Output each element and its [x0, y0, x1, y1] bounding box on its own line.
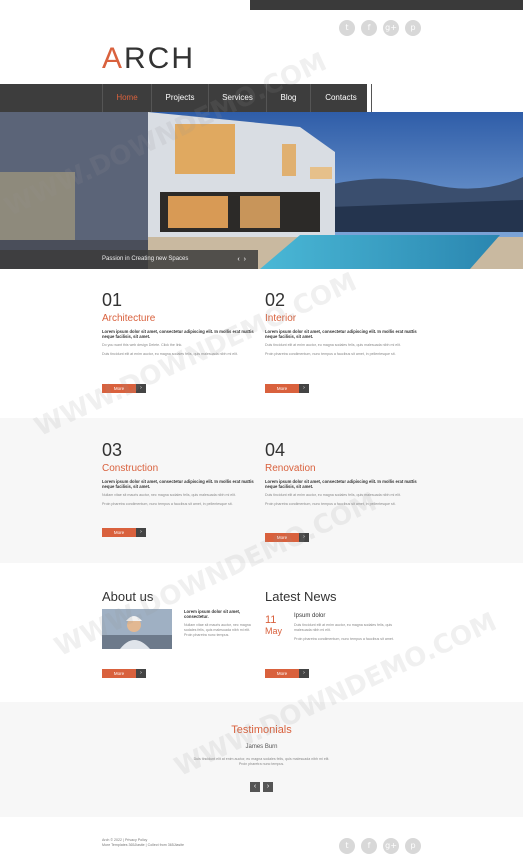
social-links-header: t f g+ p — [339, 20, 421, 36]
more-button[interactable]: More › — [102, 528, 146, 537]
service-card-construction: 03 Construction Lorem ipsum dolor sit am… — [102, 440, 257, 507]
news-month: May — [265, 626, 283, 636]
more-button[interactable]: More › — [102, 669, 146, 678]
hero-caption: Passion in Creating new Spaces — [102, 256, 189, 262]
pinterest-icon[interactable]: p — [405, 20, 421, 36]
logo-first-letter: A — [102, 42, 125, 75]
chevron-right-icon: › — [136, 669, 146, 678]
service-title[interactable]: Renovation — [265, 463, 420, 474]
twitter-icon[interactable]: t — [339, 838, 355, 854]
about-text-block: Lorem ipsum dolor sit amet, consectetur.… — [184, 609, 256, 638]
chevron-right-icon: › — [136, 528, 146, 537]
footer-credits: More Templates 365Jiasite | Collect from… — [102, 843, 184, 847]
about-lead: Lorem ipsum dolor sit amet, consectetur. — [184, 609, 241, 619]
top-bar — [250, 0, 523, 10]
chevron-right-icon: › — [299, 669, 309, 678]
service-text: Proin pharetra condimentum, nunc tempus … — [265, 352, 396, 356]
more-label: More — [265, 384, 299, 393]
service-text: Proin pharetra condimentum, nunc tempus … — [102, 502, 233, 506]
facebook-icon[interactable]: f — [361, 20, 377, 36]
more-label: More — [102, 528, 136, 537]
service-text: Duis tincidunt elit at enim auctor, eu m… — [265, 343, 401, 347]
social-links-footer: t f g+ p — [339, 838, 421, 854]
service-lead: Lorem ipsum dolor sit amet, consectetur … — [102, 479, 254, 489]
logo-rest: RCH — [124, 42, 196, 75]
more-label: More — [265, 669, 299, 678]
news-title[interactable]: Ipsum dolor — [294, 613, 409, 619]
news-text: Duis tincidunt elit at enim auctor, eu m… — [294, 623, 393, 632]
main-nav: Home Projects Services Blog Contacts — [0, 84, 372, 112]
service-card-renovation: 04 Renovation Lorem ipsum dolor sit amet… — [265, 440, 420, 507]
logo[interactable]: ARCH — [102, 42, 195, 76]
footer-text: Arch © 2022 | Privacy Policy More Templa… — [102, 838, 252, 848]
more-button[interactable]: More › — [265, 669, 309, 678]
service-lead: Lorem ipsum dolor sit amet, consectetur … — [265, 329, 417, 339]
news-text: Proin pharetra condimentum, nunc tempus … — [294, 637, 394, 641]
testimonial-next-icon[interactable]: › — [263, 782, 273, 792]
service-lead: Lorem ipsum dolor sit amet, consectetur … — [265, 479, 417, 489]
more-button[interactable]: More › — [265, 384, 309, 393]
news-date: 11 May — [265, 614, 287, 636]
nav-item-contacts[interactable]: Contacts — [310, 84, 372, 112]
news-item: Ipsum dolor Duis tincidunt elit at enim … — [294, 613, 409, 642]
google-plus-icon[interactable]: g+ — [383, 838, 399, 854]
service-number: 04 — [265, 440, 286, 460]
news-heading: Latest News — [265, 589, 337, 604]
service-text: Nullam vitae sit mauris auctor, nec magn… — [102, 493, 236, 497]
facebook-icon[interactable]: f — [361, 838, 377, 854]
twitter-icon[interactable]: t — [339, 20, 355, 36]
google-plus-icon[interactable]: g+ — [383, 20, 399, 36]
service-text: Duis tincidunt elit at enim auctor, eu m… — [265, 493, 401, 497]
nav-item-home[interactable]: Home — [102, 84, 151, 112]
more-label: More — [102, 669, 136, 678]
service-title[interactable]: Construction — [102, 463, 257, 474]
news-day: 11 — [265, 614, 277, 626]
slider-next-icon[interactable]: › — [244, 256, 250, 263]
about-text: Nullam vitae sit mauris auctor, nec magn… — [184, 623, 251, 637]
service-number: 03 — [102, 440, 123, 460]
hero-caption-bar: Passion in Creating new Spaces ‹› — [0, 250, 258, 269]
testimonial-prev-icon[interactable]: ‹ — [250, 782, 260, 792]
pinterest-icon[interactable]: p — [405, 838, 421, 854]
chevron-right-icon: › — [299, 384, 309, 393]
service-number: 01 — [102, 290, 123, 310]
